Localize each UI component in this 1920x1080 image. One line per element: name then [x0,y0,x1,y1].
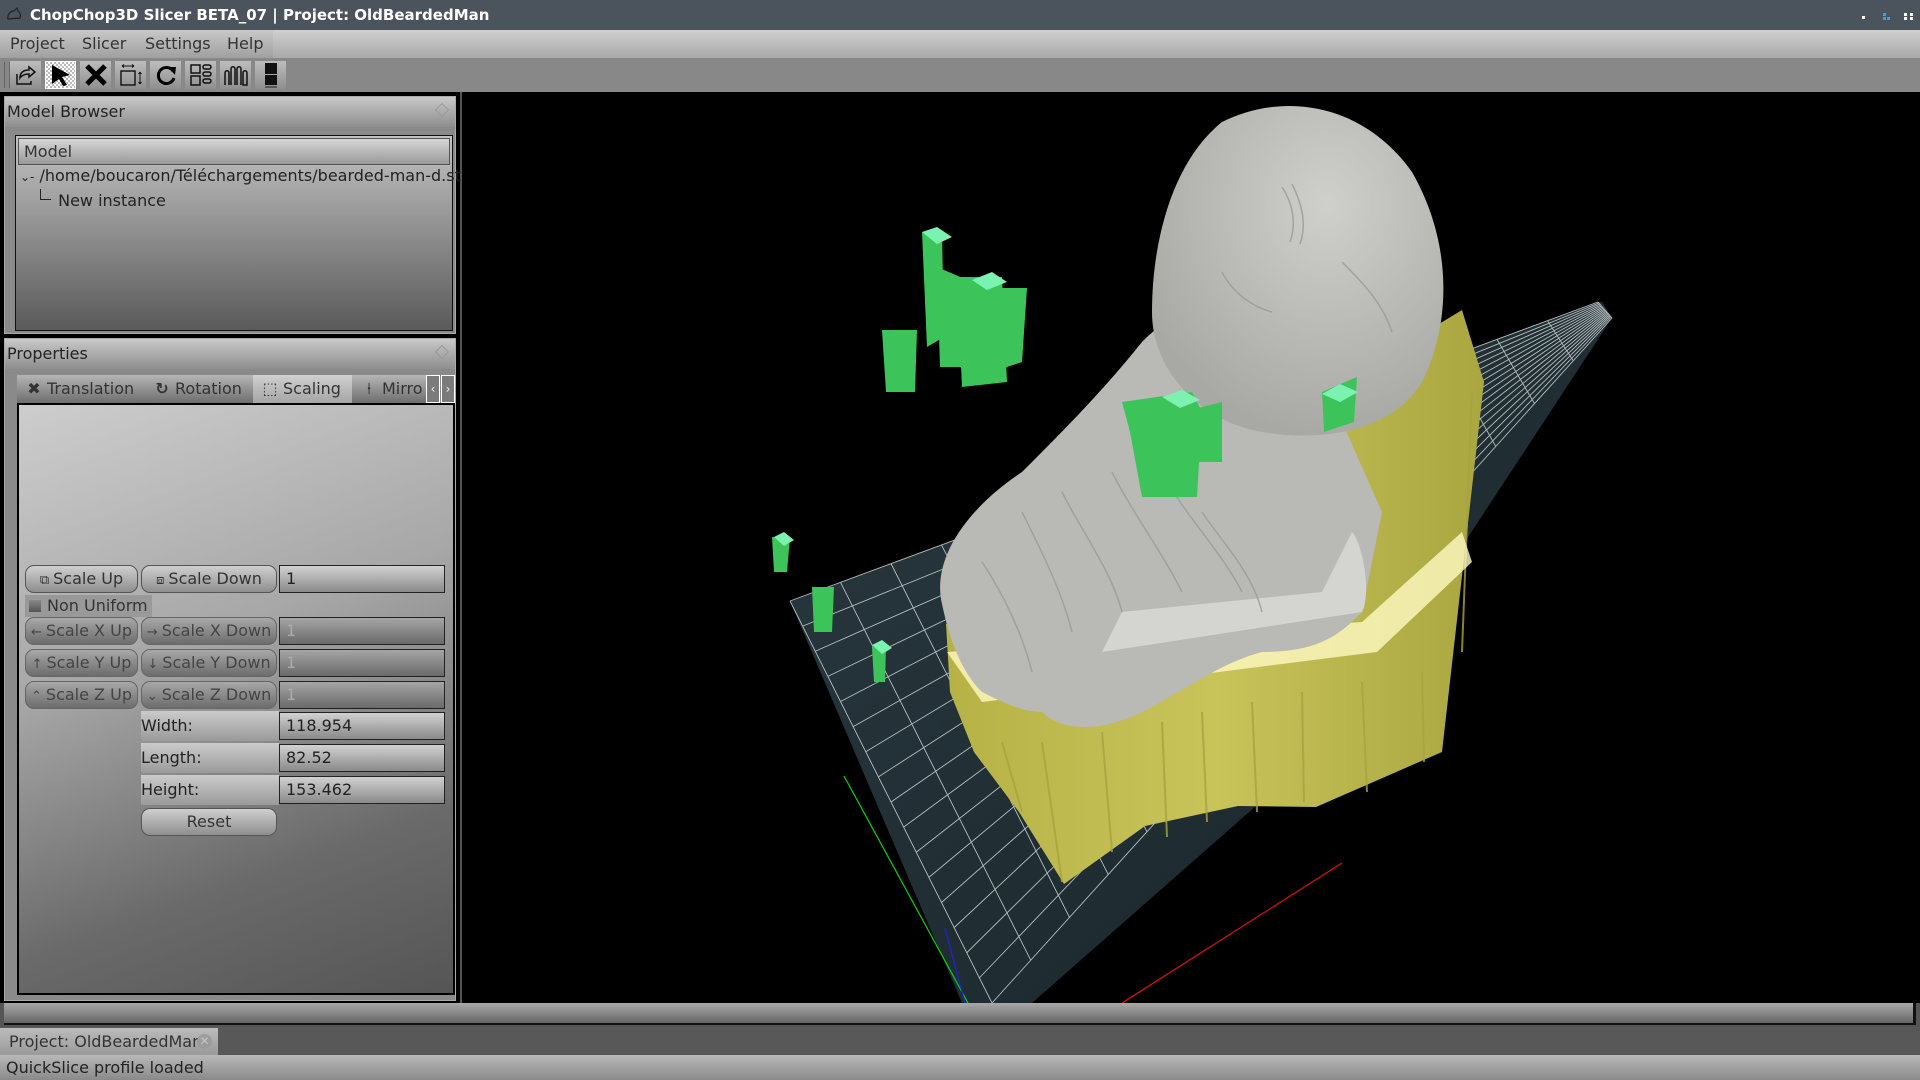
properties-title: Properties [5,339,455,369]
tab-scaling[interactable]: ⬚ Scaling [253,375,352,403]
length-input[interactable]: 82.52 [279,744,445,772]
close-tab-icon[interactable]: ✕ [197,1034,212,1049]
arrange-tool-button[interactable] [185,61,216,89]
slice-layers-icon [264,63,277,88]
scale-down-icon: ⧈ [156,573,165,588]
width-input[interactable]: 118.954 [279,712,445,740]
length-label: Length: [141,743,279,773]
scale-x-up-button[interactable]: ← Scale X Up [25,617,138,645]
layout-icon [189,64,212,86]
import-icon [15,65,36,85]
project-tab-label: Project: OldBeardedMan [9,1032,203,1051]
properties-tabbar: ✖ Translation ↻ Rotation ⬚ Scaling ⍿ Mirro ‹… [17,375,455,403]
rotate-icon [156,66,176,85]
status-bar: QuickSlice profile loaded [0,1055,1920,1080]
scale-down-button[interactable]: ⧈ Scale Down [141,565,277,593]
import-model-button[interactable] [10,61,41,89]
model-tree[interactable]: Model ⌄- /home/boucaron/Téléchargements/… [15,135,465,331]
window-minimize-icon[interactable] [1862,16,1865,19]
project-tab[interactable]: Project: OldBeardedMan ✕ [0,1028,218,1055]
tab-scroll-left-button[interactable]: ‹ [426,375,440,403]
status-message: QuickSlice profile loaded [6,1058,204,1077]
left-dock-area: Model Browser Model ⌄- /home/boucaron/Té… [0,92,465,1003]
scaling-panel: ⧉ Scale Up ⧈ Scale Down 1 Non Uniform ← Sca… [17,403,455,995]
checkbox-box[interactable] [29,600,41,612]
reset-button[interactable]: Reset [141,808,277,836]
menu-help[interactable]: Help [217,30,274,58]
scale-tool-button[interactable] [115,61,146,89]
properties-dock: Properties ✖ Translation ↻ Rotation ⬚ Scali… [4,338,456,1001]
width-label: Width: [141,711,279,741]
instance-label: New instance [58,191,166,210]
rabbit-logo-icon [7,7,21,20]
cursor-arrow-icon [51,65,70,86]
scale-z-up-button[interactable]: ⌃ Scale Z Up [25,681,138,709]
scale-icon [119,64,142,86]
select-tool-button[interactable] [45,61,76,89]
tab-scroll-right-button[interactable]: › [441,375,455,403]
scale-up-button[interactable]: ⧉ Scale Up [25,565,138,593]
double-chevron-up-icon: ⌃ [31,689,42,704]
scale-z-input[interactable]: 1 [279,681,445,709]
move-cross-icon: ✖ [27,379,41,398]
menu-settings[interactable]: Settings [135,30,221,58]
scale-x-down-button[interactable]: → Scale X Down [141,617,277,645]
non-uniform-checkbox[interactable]: Non Uniform [25,595,152,617]
scale-y-down-button[interactable]: ↓ Scale Y Down [141,649,277,677]
height-label: Height: [141,775,279,805]
scale-z-down-button[interactable]: ⌄ Scale Z Down [141,681,277,709]
window-title: ChopChop3D Slicer BETA_07 | Project: Old… [30,6,490,24]
scale-icon: ⬚ [262,379,278,398]
rotate-icon: ↻ [155,379,169,398]
3d-viewport[interactable] [462,92,1920,1003]
uniform-scale-input[interactable]: 1 [279,565,445,593]
tab-translation[interactable]: ✖ Translation [17,375,145,403]
scale-up-icon: ⧉ [39,573,50,588]
slice-tool-button[interactable] [255,61,286,89]
menu-project[interactable]: Project [0,30,75,58]
double-chevron-down-icon: ⌄ [146,689,158,704]
tree-branch-line [40,189,51,200]
arrow-down-icon: ↓ [147,657,159,672]
model-file-path: /home/boucaron/Téléchargements/bearded-m… [39,166,466,185]
arrow-up-icon: ↑ [31,657,43,672]
menu-bar: Project Slicer Settings Help [0,30,1920,58]
arrow-left-icon: ← [31,625,42,640]
model-column-header[interactable]: Model [18,138,450,165]
tree-item-instance[interactable]: New instance [40,189,166,210]
mirror-icon: ⍿ [366,379,372,398]
support-columns-icon [223,66,248,86]
menu-slicer[interactable]: Slicer [72,30,137,58]
title-bar: ChopChop3D Slicer BETA_07 | Project: Old… [0,0,1920,30]
window-close-icon[interactable] [1904,13,1907,16]
toolbar [0,58,1920,92]
arrow-right-icon: → [146,625,158,640]
height-input[interactable]: 153.462 [279,776,445,804]
move-cross-icon [84,64,107,86]
window-maximize-icon[interactable] [1883,13,1886,16]
expand-chevron-icon[interactable]: ⌄- [20,170,34,184]
horizontal-scrollbar[interactable] [4,1003,1916,1025]
scene-canvas[interactable] [462,92,1920,1003]
support-tool-button[interactable] [220,61,251,89]
scale-y-up-button[interactable]: ↑ Scale Y Up [25,649,138,677]
model-browser-dock: Model Browser Model ⌄- /home/boucaron/Té… [4,96,465,334]
tab-rotation[interactable]: ↻ Rotation [145,375,253,403]
tab-mirror[interactable]: ⍿ Mirro [352,375,426,403]
scale-x-input[interactable]: 1 [279,617,445,645]
scale-y-input[interactable]: 1 [279,649,445,677]
rotate-tool-button[interactable] [150,61,181,89]
model-browser-title: Model Browser [5,97,455,127]
project-tab-bar [0,1027,1920,1055]
translate-tool-button[interactable] [80,61,111,89]
tree-item-model-file[interactable]: ⌄- /home/boucaron/Téléchargements/bearde… [20,166,465,185]
